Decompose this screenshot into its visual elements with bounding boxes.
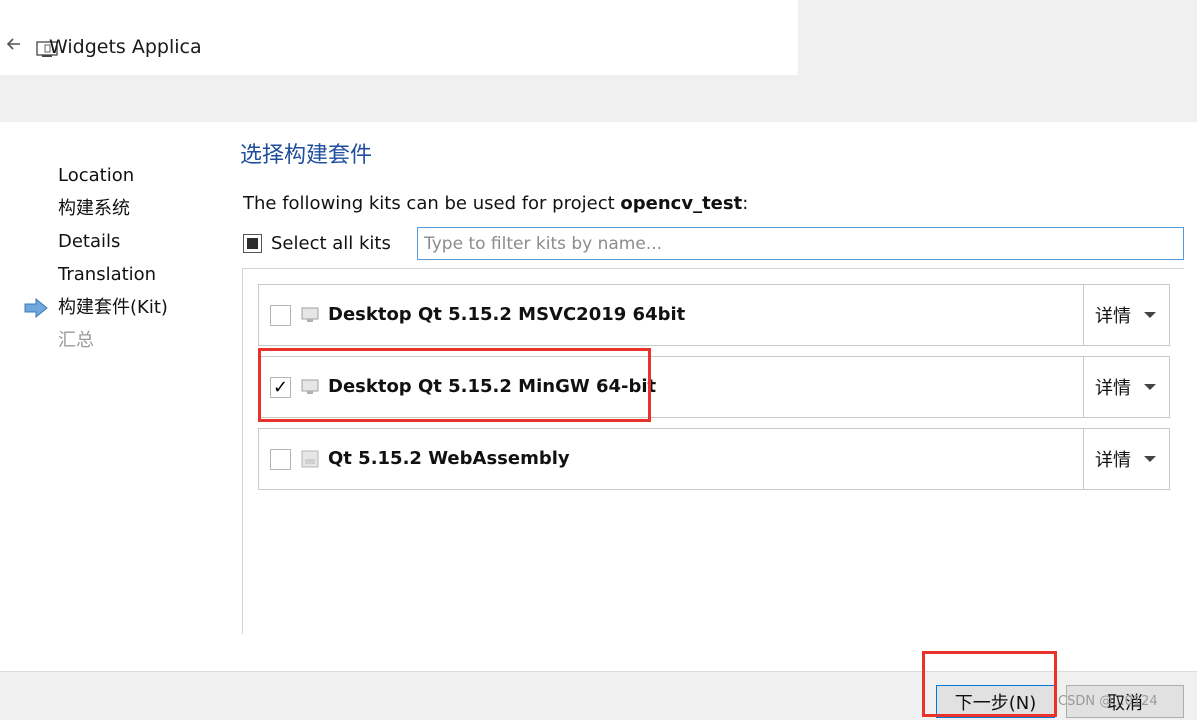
chevron-down-icon: [1144, 456, 1156, 462]
kit-details-dropdown[interactable]: 详情: [1083, 357, 1169, 417]
kit-name: Qt 5.15.2 WebAssembly: [328, 448, 570, 469]
kit-checkbox-webassembly[interactable]: [270, 449, 291, 470]
kit-row-webassembly[interactable]: Qt 5.15.2 WebAssembly 详情: [258, 428, 1170, 490]
details-label: 详情: [1095, 306, 1131, 327]
next-button[interactable]: 下一步(N): [936, 685, 1055, 718]
select-all-checkbox-box[interactable]: [243, 233, 262, 253]
kits-intro-text: The following kits can be used for proje…: [243, 192, 748, 216]
select-all-label: Select all kits: [271, 232, 391, 254]
wizard-title: Widgets Applicati: [49, 36, 201, 58]
details-label: 详情: [1095, 450, 1131, 471]
current-step-arrow-icon: [24, 297, 48, 319]
kit-details-dropdown[interactable]: 详情: [1083, 285, 1169, 345]
partial-check-indicator: [247, 237, 258, 249]
sidebar-step-location: Location: [58, 165, 135, 186]
sidebar-step-kits: 构建套件(Kit): [58, 297, 168, 318]
desktop-icon: [301, 307, 319, 322]
kit-details-dropdown[interactable]: 详情: [1083, 429, 1169, 489]
sidebar-step-build-system: 构建系统: [58, 198, 130, 219]
sidebar-step-summary: 汇总: [58, 330, 94, 351]
desktop-icon: [301, 379, 319, 394]
project-name: opencv_test: [620, 193, 743, 214]
webassembly-icon: [301, 450, 319, 468]
intro-suffix: :: [742, 193, 749, 214]
kit-filter-input[interactable]: [417, 227, 1184, 260]
watermark: CSDN @...0124: [1058, 694, 1158, 709]
kit-name: Desktop Qt 5.15.2 MinGW 64-bit: [328, 376, 657, 397]
kit-row-msvc2019[interactable]: Desktop Qt 5.15.2 MSVC2019 64bit 详情: [258, 284, 1170, 346]
sidebar-step-details: Details: [58, 231, 121, 252]
sidebar-step-translation: Translation: [58, 264, 157, 285]
details-label: 详情: [1095, 378, 1131, 399]
wizard-title-bar: Widgets Applicati: [0, 0, 798, 75]
intro-prefix: The following kits can be used for proje…: [243, 193, 621, 214]
kit-checkbox-mingw[interactable]: ✓: [270, 377, 291, 398]
kit-row-mingw[interactable]: ✓ Desktop Qt 5.15.2 MinGW 64-bit 详情: [258, 356, 1170, 418]
chevron-down-icon: [1144, 312, 1156, 318]
kit-name: Desktop Qt 5.15.2 MSVC2019 64bit: [328, 304, 686, 325]
back-arrow-icon[interactable]: [4, 34, 24, 54]
select-all-kits-checkbox[interactable]: Select all kits: [243, 230, 391, 256]
kit-checkbox-msvc2019[interactable]: [270, 305, 291, 326]
page-title: 选择构建套件: [240, 143, 373, 168]
chevron-down-icon: [1144, 384, 1156, 390]
